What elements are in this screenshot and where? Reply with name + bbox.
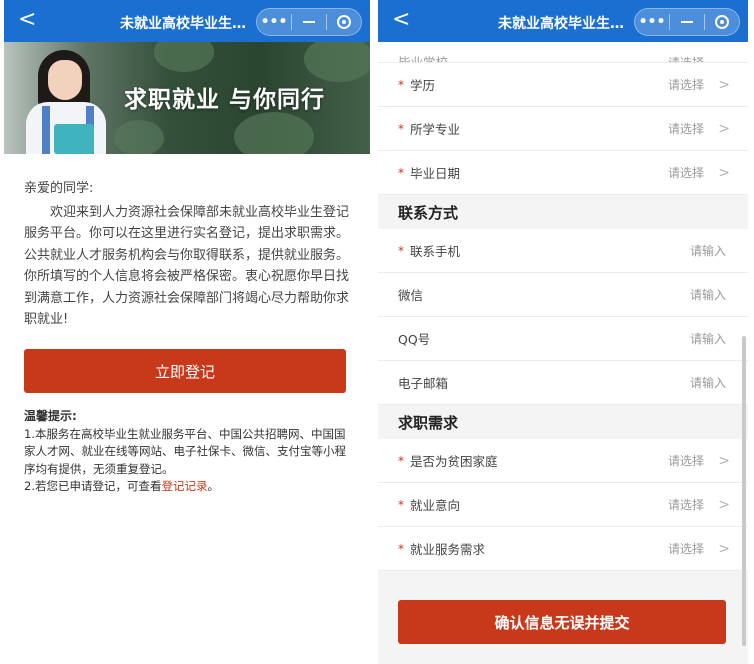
field-label: 毕业日期	[410, 166, 461, 181]
field-label: 电子邮箱	[398, 376, 449, 391]
greeting: 亲爱的同学:	[24, 181, 94, 196]
required-mark: *	[398, 121, 404, 136]
required-mark: *	[398, 77, 404, 92]
banner-leaf	[304, 42, 370, 82]
field-label: 微信	[398, 288, 424, 303]
required-mark: *	[398, 541, 404, 556]
field-label: QQ号	[398, 332, 431, 347]
field-label: 所学专业	[410, 122, 461, 137]
required-mark: *	[398, 243, 404, 258]
section-header-contact: 联系方式	[378, 195, 748, 229]
chevron-right-icon: >	[718, 164, 730, 181]
tips-line-1: 1.本服务在高校毕业生就业服务平台、中国公共招聘网、中国国家人才网、就业在线等网…	[24, 426, 346, 476]
back-chevron-left-icon[interactable]: <	[18, 8, 36, 32]
field-placeholder: 请选择	[667, 166, 704, 180]
form-row-employment-intention[interactable]: * 就业意向 请选择 >	[378, 483, 748, 527]
form-row-graduation-date[interactable]: * 毕业日期 请选择 >	[378, 151, 748, 195]
education-rows: * 学历 请选择 > * 所学专业 请选择 > * 毕业日期 请选择 >	[378, 63, 748, 195]
tips-line-2-text: 2.若您已申请登记，可查看	[24, 479, 162, 493]
register-now-button[interactable]: 立即登记	[24, 349, 346, 393]
intro-paragraph: 欢迎来到人力资源社会保障部未就业高校毕业生登记服务平台。你可以在这里进行实名登记…	[24, 204, 350, 328]
mobile-input[interactable]: 请输入	[690, 242, 726, 259]
chevron-right-icon: >	[718, 496, 730, 513]
chevron-right-icon: >	[718, 452, 730, 469]
chevron-right-icon: >	[718, 76, 730, 93]
register-intro-screen: < 未就业高校毕业生求... ••• 求职就业 与你同行 亲爱的同学: 欢迎来到…	[4, 0, 370, 664]
qq-input[interactable]: 请输入	[690, 330, 726, 347]
required-mark: *	[398, 497, 404, 512]
banner-leaf	[114, 120, 164, 154]
submit-button[interactable]: 确认信息无误并提交	[398, 600, 726, 644]
field-placeholder: 请选择	[667, 498, 704, 512]
back-chevron-left-icon[interactable]: <	[392, 8, 410, 32]
form-row-graduation-school[interactable]: 毕业学校 请选择	[378, 42, 748, 63]
field-placeholder: 请选择	[667, 122, 704, 136]
registration-form-screen: < 未就业高校毕业生求... ••• 毕业学校 请选择 * 学历 请选择 > *…	[378, 0, 748, 664]
banner-slogan: 求职就业 与你同行	[124, 87, 326, 113]
form-row-service-demand[interactable]: * 就业服务需求 请选择 >	[378, 527, 748, 571]
minimize-icon[interactable]	[670, 9, 704, 35]
mini-program-capsule: •••	[634, 8, 740, 36]
field-label: 是否为贫困家庭	[410, 454, 498, 469]
wechat-input[interactable]: 请输入	[690, 286, 726, 303]
form-row-wechat[interactable]: 微信 请输入	[378, 273, 748, 317]
banner-leaf	[154, 42, 214, 72]
title-bar: < 未就业高校毕业生求... •••	[378, 0, 748, 42]
form-row-major[interactable]: * 所学专业 请选择 >	[378, 107, 748, 151]
field-placeholder: 请选择	[667, 542, 704, 556]
close-target-icon[interactable]	[327, 9, 361, 35]
field-placeholder: 请选择	[667, 56, 704, 63]
field-placeholder: 请选择	[667, 78, 704, 92]
tips-title: 温馨提示:	[24, 409, 77, 423]
field-label: 就业意向	[410, 498, 461, 513]
required-mark: *	[398, 165, 404, 180]
banner-leaf	[234, 112, 314, 154]
more-icon[interactable]: •••	[257, 9, 291, 35]
tips-line-2-end: 。	[207, 479, 219, 493]
chevron-right-icon: >	[718, 120, 730, 137]
mini-program-capsule: •••	[256, 8, 362, 36]
tips-box: 温馨提示: 1.本服务在高校毕业生就业服务平台、中国公共招聘网、中国国家人才网、…	[24, 408, 354, 496]
title-bar: < 未就业高校毕业生求... •••	[4, 0, 370, 42]
email-input[interactable]: 请输入	[690, 374, 726, 391]
form-row-email[interactable]: 电子邮箱 请输入	[378, 361, 748, 405]
hero-banner: 求职就业 与你同行	[4, 42, 370, 154]
field-label: 毕业学校	[398, 55, 449, 63]
intro-text: 亲爱的同学: 欢迎来到人力资源社会保障部未就业高校毕业生登记服务平台。你可以在这…	[4, 154, 370, 331]
scrollbar[interactable]	[742, 336, 746, 646]
section-header-job-demand: 求职需求	[378, 405, 748, 439]
registration-record-link[interactable]: 登记记录	[161, 479, 207, 493]
form-row-poor-family[interactable]: * 是否为贫困家庭 请选择 >	[378, 439, 748, 483]
form-row-education[interactable]: * 学历 请选择 >	[378, 63, 748, 107]
page-title: 未就业高校毕业生求...	[498, 16, 634, 32]
field-label: 就业服务需求	[410, 542, 486, 557]
tips-line-2: 2.若您已申请登记，可查看登记记录。	[24, 478, 354, 496]
registration-form: 毕业学校 请选择 * 学历 请选择 > * 所学专业 请选择 > * 毕业日期 …	[378, 42, 748, 571]
page-title: 未就业高校毕业生求...	[120, 16, 258, 32]
form-row-qq[interactable]: QQ号 请输入	[378, 317, 748, 361]
field-label: 学历	[410, 78, 436, 93]
close-target-icon[interactable]	[705, 9, 739, 35]
chevron-right-icon: >	[718, 540, 730, 557]
form-row-mobile[interactable]: * 联系手机 请输入	[378, 229, 748, 273]
field-label: 联系手机	[410, 244, 461, 259]
minimize-icon[interactable]	[292, 9, 326, 35]
student-illustration	[24, 50, 112, 154]
field-placeholder: 请选择	[667, 454, 704, 468]
required-mark: *	[398, 453, 404, 468]
more-icon[interactable]: •••	[635, 9, 669, 35]
